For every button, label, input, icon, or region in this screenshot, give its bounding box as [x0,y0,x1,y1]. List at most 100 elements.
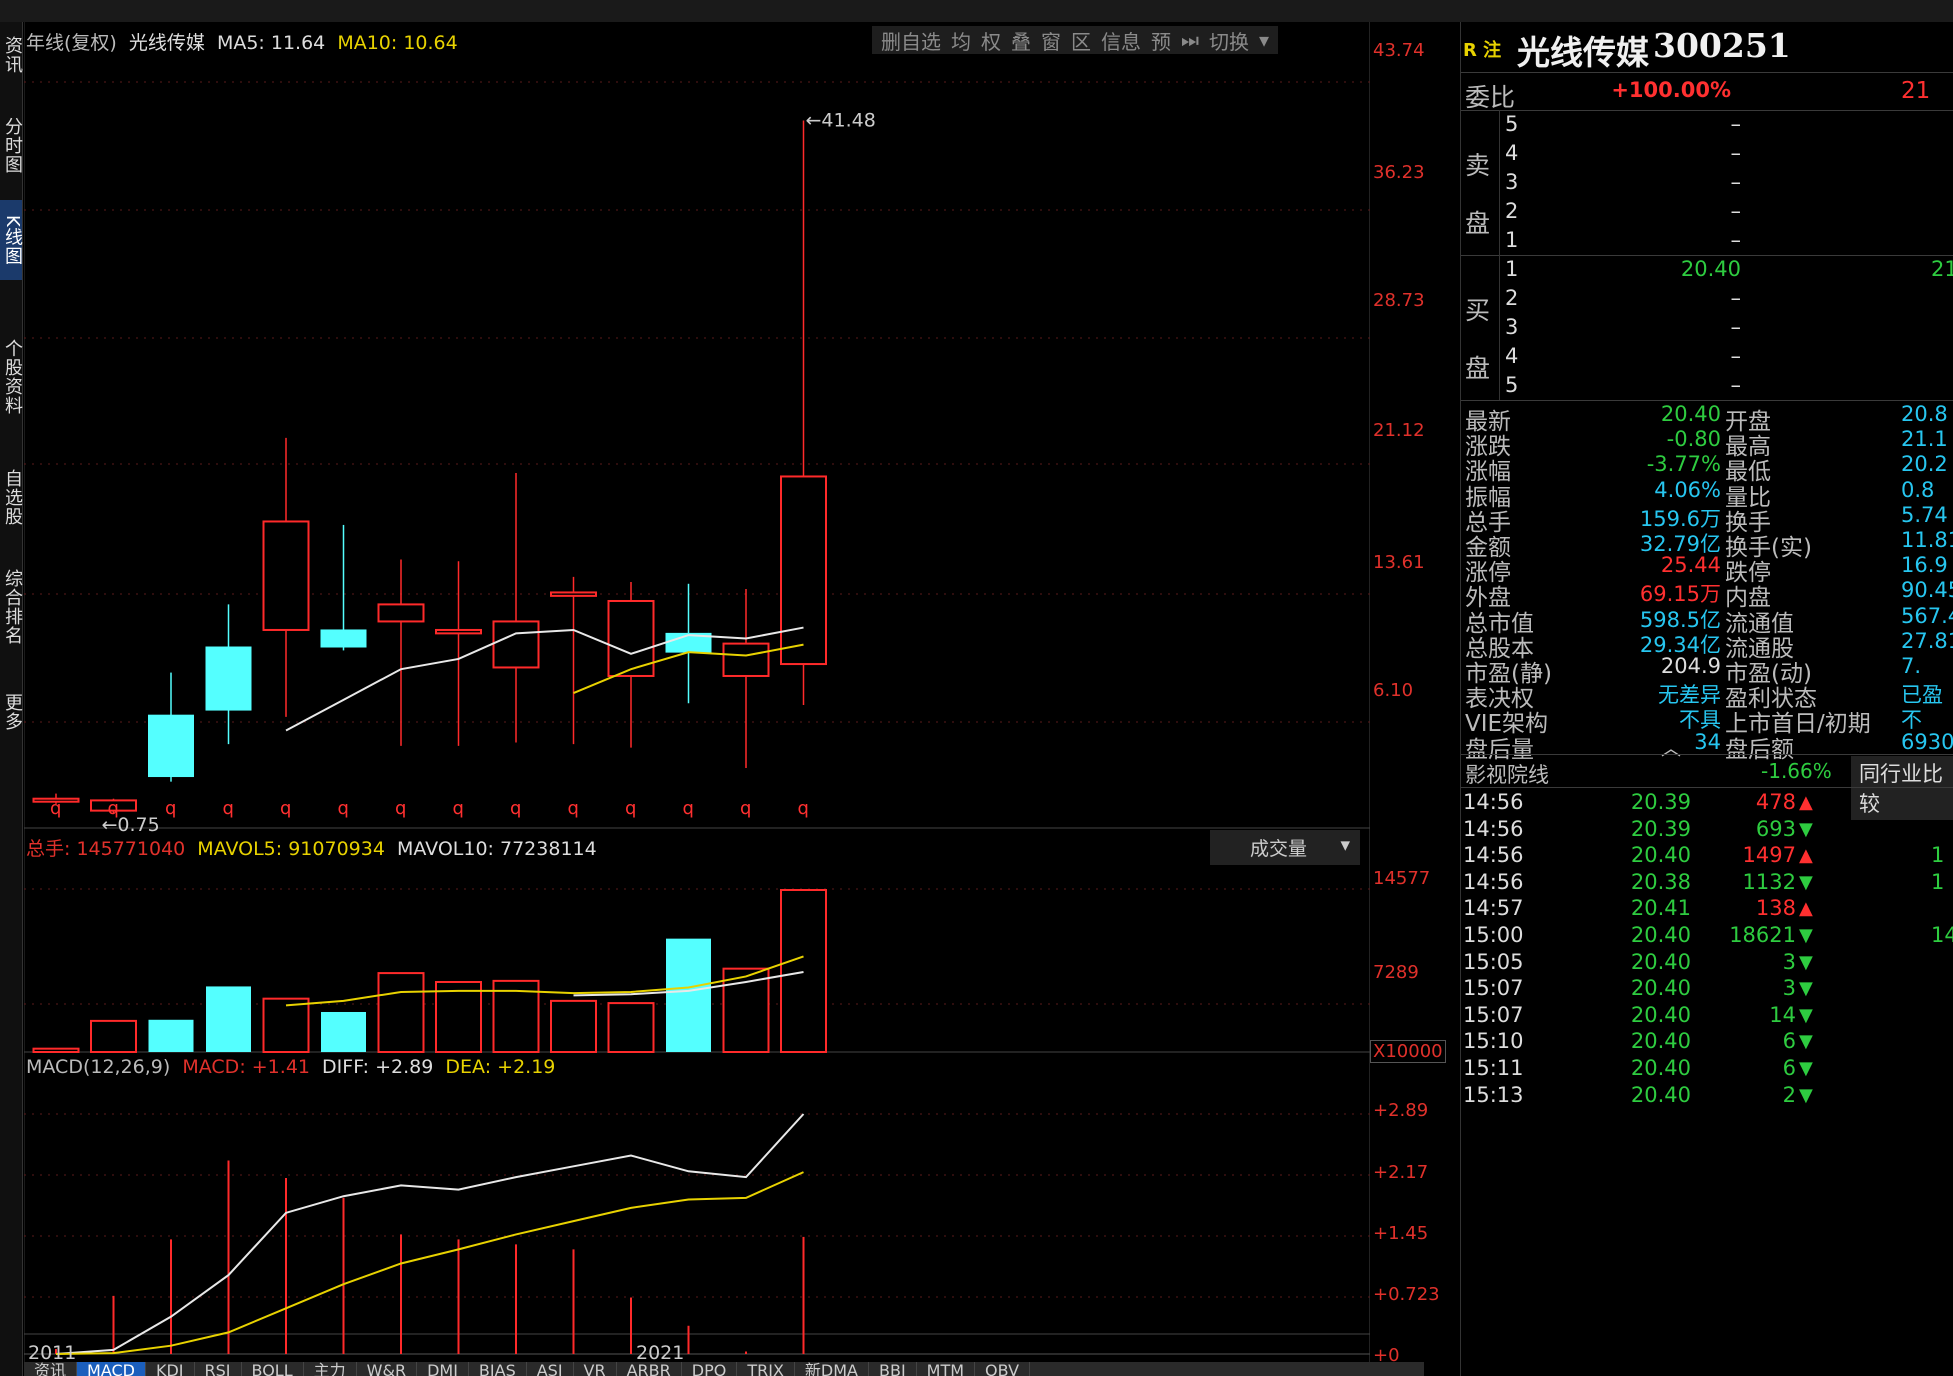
candle-body[interactable] [492,620,540,669]
ma5-value: 11.64 [270,32,326,54]
tab-news[interactable]: 资讯 [0,22,23,87]
indicator-tab[interactable]: VR [574,1362,617,1376]
mavol5-label: MAVOL5: [197,838,283,860]
volume-total-label: 总手: [26,838,71,860]
indicator-tab[interactable]: RSI [195,1362,242,1376]
tick-price: 20.40 [1630,923,1691,947]
tab-watchlist[interactable]: 自选股 [0,452,23,542]
window-button[interactable]: 窗 [1041,26,1061,55]
indicator-tab[interactable]: KDJ [146,1362,195,1376]
indicator-tab[interactable]: MTM [917,1362,976,1376]
candle-body[interactable] [780,475,827,666]
stock-code-title: 300251 [1653,26,1791,65]
indicator-tab[interactable]: OBV [975,1362,1031,1376]
skip-end-icon[interactable]: ⏭ [1181,28,1199,52]
quote-panel: R 注 光线传媒 300251 委比 +100.00% 21 卖 盘 5–4–3… [1460,22,1953,1376]
min-price-label: ←0.75 [102,814,160,836]
tab-kline[interactable]: K线图 [0,200,23,280]
chart-toolbar: 删自选 均 权 叠 窗 区 信息 预 ⏭ 切换 ▾ [871,26,1278,55]
tick-time: 15:11 [1463,1056,1524,1080]
macd-header: MACD(12,26,9) MACD: +1.41 DIFF: +2.89 DE… [26,1056,555,1078]
volume-bar[interactable] [321,1011,366,1052]
kline-svg[interactable]: q q q q q q q q q q q q q q←41.48←0.75 [24,22,1370,1362]
tick-volume: 2 [1782,1082,1796,1107]
kline-chart-area[interactable]: q q q q q q q q q q q q q q ←41.48 ←0.75 年线(复权) 光线传媒 MA… [24,22,1446,1366]
quote-title: R 注 光线传媒 300251 [1461,22,1953,74]
indicator-tab[interactable]: BOLL [242,1362,304,1376]
tick-price: 20.40 [1630,949,1691,974]
volume-bar[interactable] [607,1002,655,1054]
forecast-button[interactable]: 预 [1151,26,1171,55]
indicator-tab[interactable]: 主力 [304,1362,357,1376]
indicator-tab[interactable]: DMI [417,1362,469,1376]
indicator-tab[interactable]: BIAS [469,1362,527,1376]
info-button[interactable]: 信息 [1101,26,1141,55]
tab-intraday[interactable]: 分时图 [0,100,23,190]
q-marker: q [280,798,291,819]
candle-body[interactable] [377,603,425,623]
indicator-tab[interactable]: 资讯 [24,1362,78,1376]
tab-ranking[interactable]: 综合排名 [0,552,23,662]
candle-body[interactable] [205,646,252,711]
volume-bar[interactable] [90,1019,137,1054]
volume-bar[interactable] [435,980,482,1053]
candle-body[interactable] [722,642,770,677]
tick-time: 15:13 [1463,1082,1524,1107]
volume-bar[interactable] [666,938,711,1052]
average-button[interactable]: 均 [951,26,971,55]
volume-indicator-select[interactable]: 成交量 ▾ [1210,830,1360,865]
stat-value: 4.06% [1654,477,1721,502]
volume-bar[interactable] [148,1019,194,1052]
range-button[interactable]: 区 [1071,26,1091,55]
chevron-down-icon[interactable]: ▾ [1259,28,1269,52]
indicator-tab[interactable]: W&R [357,1362,418,1376]
volume-bar[interactable] [262,997,310,1054]
overlay-button[interactable]: 叠 [1011,26,1031,55]
candle-body[interactable] [148,714,194,778]
tab-stock-profile[interactable]: 个股资料 [0,322,23,432]
remove-watchlist-button[interactable]: 删自选 [881,26,941,55]
ma10-value: 10.64 [403,32,458,54]
volume-bar[interactable] [32,1047,80,1054]
tick-time: 15:05 [1463,949,1524,974]
indicator-tab[interactable]: ARBR [617,1362,682,1376]
volume-bar[interactable] [550,999,597,1053]
tick-time: 14:57 [1463,896,1524,921]
candle-body[interactable] [262,520,310,631]
switch-button[interactable]: 切换 [1209,26,1249,55]
indicator-tab[interactable]: TRIX [737,1362,795,1376]
buy-level-num: 5 [1505,373,1519,397]
stat-value: 25.44 [1660,553,1721,578]
price-axis-label: 13.61 [1373,552,1425,573]
sector-name[interactable]: 影视院线 [1465,759,1549,789]
tab-more[interactable]: 更多 [0,672,23,752]
volume-select-label: 成交量 [1250,838,1308,860]
tick-price: 20.41 [1630,896,1691,921]
buy-level-num: 4 [1505,344,1519,368]
candle-body[interactable] [435,628,482,635]
sector-change: -1.66% [1761,759,1832,783]
candle-body[interactable] [320,629,367,648]
indicator-tab[interactable]: BBI [869,1362,917,1376]
q-marker: q [798,798,809,819]
tick-time: 15:07 [1463,976,1524,1001]
volume-bar[interactable] [780,889,827,1053]
x-axis-label: 2021 [636,1342,685,1364]
indicator-tab[interactable]: DPO [682,1362,738,1376]
volume-bar[interactable] [206,986,251,1052]
indicator-tab[interactable]: MACD [77,1362,146,1376]
stat-value-right: 27.81 [1901,628,1953,653]
buy-label: 买 [1465,296,1491,325]
tick-price: 20.39 [1630,790,1691,814]
macd-axis-label: +2.17 [1373,1162,1429,1183]
q-marker: q [625,798,636,819]
indicator-tab[interactable]: ASI [527,1362,574,1376]
max-price-label: ←41.48 [806,110,876,132]
candle-body[interactable] [550,591,597,597]
tick-volume: 1497 [1742,843,1796,868]
rights-button[interactable]: 权 [981,26,1001,55]
indicator-tab[interactable]: 新DMA [795,1362,869,1376]
volume-bar[interactable] [377,972,425,1053]
book-divider [1499,110,1500,255]
arrow-down-icon: ▼ [1799,925,1813,946]
